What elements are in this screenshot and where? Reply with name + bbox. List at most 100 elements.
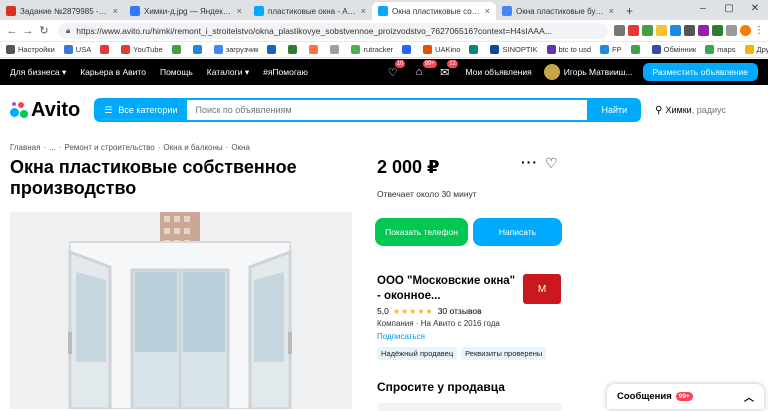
bookmark-item[interactable]: maps	[705, 45, 736, 54]
extension-icon[interactable]	[628, 25, 639, 36]
messages-icon[interactable]: ✉ 12	[440, 59, 458, 79]
bookmark-item[interactable]	[171, 45, 184, 54]
bookmark-item[interactable]	[330, 45, 342, 54]
notifications-icon[interactable]: ⌂ 99+	[416, 60, 437, 78]
extension-icon[interactable]	[670, 25, 681, 36]
minimize-icon[interactable]: –	[690, 0, 716, 18]
browser-tab[interactable]: Окна пластиковые собственное ×	[372, 2, 496, 20]
bookmark-item[interactable]: UAKino	[423, 45, 460, 54]
bookmark-icon	[100, 45, 110, 54]
location-selector[interactable]: ⚲ Химки, радиус	[655, 105, 726, 116]
ipomogayu-link[interactable]: #яПомогаю	[263, 67, 308, 77]
favorite-heart-icon[interactable]: ♡	[545, 155, 558, 172]
bookmark-item[interactable]: FP	[600, 45, 622, 54]
bookmark-icon	[600, 45, 610, 54]
loading-icon	[502, 6, 512, 16]
show-phone-button[interactable]: Показать телефон	[375, 218, 468, 246]
bookmark-item[interactable]	[309, 45, 321, 54]
listing-photo[interactable]	[10, 212, 352, 409]
catalogs-link[interactable]: Каталоги ▾	[207, 67, 249, 78]
bookmark-item[interactable]	[288, 45, 300, 54]
close-tab-icon[interactable]: ×	[609, 6, 614, 16]
bookmark-item[interactable]: загрузчик	[213, 45, 258, 54]
browser-tab[interactable]: Задание №2879985 - просмо ×	[0, 2, 124, 20]
find-button[interactable]: Найти	[587, 98, 642, 122]
bookmark-label: YouTube	[133, 45, 163, 54]
user-name: Игорь Матвииш...	[563, 67, 633, 77]
location-pin-icon: ⚲	[655, 104, 663, 116]
extension-icon[interactable]	[614, 25, 625, 36]
url-input[interactable]: 🔒︎ https://www.avito.ru/himki/remont_i_s…	[58, 22, 608, 39]
page-title: Окна пластиковые собственное производств…	[10, 157, 297, 198]
subscribe-link[interactable]: Подписаться	[377, 332, 425, 341]
notifications-badge: 99+	[422, 60, 437, 68]
profile-icon[interactable]	[740, 25, 751, 36]
breadcrumb-separator: ·	[157, 143, 161, 152]
breadcrumb-item[interactable]: Окна	[231, 143, 250, 152]
back-icon[interactable]: ←	[4, 25, 20, 37]
close-tab-icon[interactable]: ×	[237, 6, 242, 16]
all-categories-button[interactable]: ☰ Все категории	[94, 98, 188, 122]
reload-icon[interactable]: ↻	[36, 24, 52, 37]
reviews-link[interactable]: 30 отзывов	[438, 306, 482, 316]
chevron-up-icon[interactable]: ︿	[744, 389, 754, 404]
breadcrumb-item[interactable]: ...	[49, 143, 56, 152]
browser-tab[interactable]: Химки-д.jpg — Яндекс Диск ×	[124, 2, 248, 20]
seller-logo[interactable]: М	[523, 274, 561, 304]
maximize-icon[interactable]: ▢	[716, 0, 742, 18]
forward-icon[interactable]: →	[20, 25, 36, 37]
for-business-link[interactable]: Для бизнеса ▾	[10, 67, 66, 78]
close-tab-icon[interactable]: ×	[485, 6, 490, 16]
bookmark-item[interactable]: Обмінник	[651, 45, 696, 54]
write-message-button[interactable]: Написать	[473, 218, 562, 246]
all-categories-label: Все категории	[118, 105, 178, 115]
extension-icon[interactable]	[712, 25, 723, 36]
bookmark-item[interactable]	[100, 45, 112, 54]
browser-tab[interactable]: пластиковые окна - Авито | С ×	[248, 2, 372, 20]
favorites-icon[interactable]: ♡ 10	[388, 59, 406, 79]
extension-icon[interactable]	[642, 25, 653, 36]
bookmark-item[interactable]: SINOPTIK	[490, 45, 538, 54]
bookmark-item[interactable]	[192, 45, 205, 54]
bookmark-item[interactable]: Настройки	[6, 45, 55, 54]
extension-icon[interactable]	[698, 25, 709, 36]
extension-icon[interactable]	[684, 25, 695, 36]
breadcrumb-item[interactable]: Ремонт и строительство	[64, 143, 154, 152]
career-link[interactable]: Карьера в Авито	[80, 67, 146, 77]
post-ad-button[interactable]: Разместить объявление	[642, 63, 758, 81]
browser-tab-title: Задание №2879985 - просмо	[20, 6, 109, 16]
bookmark-item[interactable]: rutracker	[351, 45, 393, 54]
user-menu[interactable]: Игорь Матвииш...	[543, 64, 633, 80]
bookmark-item[interactable]	[630, 45, 643, 54]
new-tab-icon[interactable]: +	[626, 2, 633, 20]
messages-count-badge: 99+	[675, 392, 693, 401]
ask-seller-box[interactable]	[377, 403, 562, 411]
breadcrumb-item[interactable]: Окна и балконы	[163, 143, 222, 152]
extension-icon[interactable]	[726, 25, 737, 36]
menu-icon[interactable]: ⋮	[754, 25, 764, 36]
bookmark-icon	[402, 45, 412, 54]
avito-icon	[378, 6, 388, 16]
close-tab-icon[interactable]: ×	[361, 6, 366, 16]
messages-widget[interactable]: Сообщения 99+ ︿	[607, 384, 764, 409]
search-input[interactable]	[187, 98, 588, 122]
messages-badge: 12	[447, 59, 458, 68]
seller-name[interactable]: ООО "Московские окна" - оконное...	[377, 274, 517, 304]
bookmark-item[interactable]: btc to usd	[546, 45, 591, 54]
bookmark-item[interactable]: USA	[63, 45, 91, 54]
avito-logo[interactable]: Avito	[10, 99, 80, 122]
close-window-icon[interactable]: ✕	[742, 0, 768, 18]
help-link[interactable]: Помощь	[160, 67, 193, 77]
url-text: https://www.avito.ru/himki/remont_i_stro…	[76, 25, 552, 36]
bookmark-item[interactable]: YouTube	[121, 45, 163, 54]
other-bookmarks[interactable]: Другие закладки	[744, 45, 768, 54]
extension-icon[interactable]	[656, 25, 667, 36]
bookmark-item[interactable]	[469, 45, 481, 54]
bookmark-item[interactable]	[267, 45, 279, 54]
more-options-icon[interactable]: ···	[521, 154, 538, 170]
my-ads-link[interactable]: Мои объявления	[465, 67, 531, 77]
bookmark-item[interactable]	[402, 45, 414, 54]
breadcrumb-item[interactable]: Главная	[10, 143, 40, 152]
browser-tab[interactable]: Окна пластиковые бу купить ×	[496, 2, 620, 20]
close-tab-icon[interactable]: ×	[113, 6, 118, 16]
